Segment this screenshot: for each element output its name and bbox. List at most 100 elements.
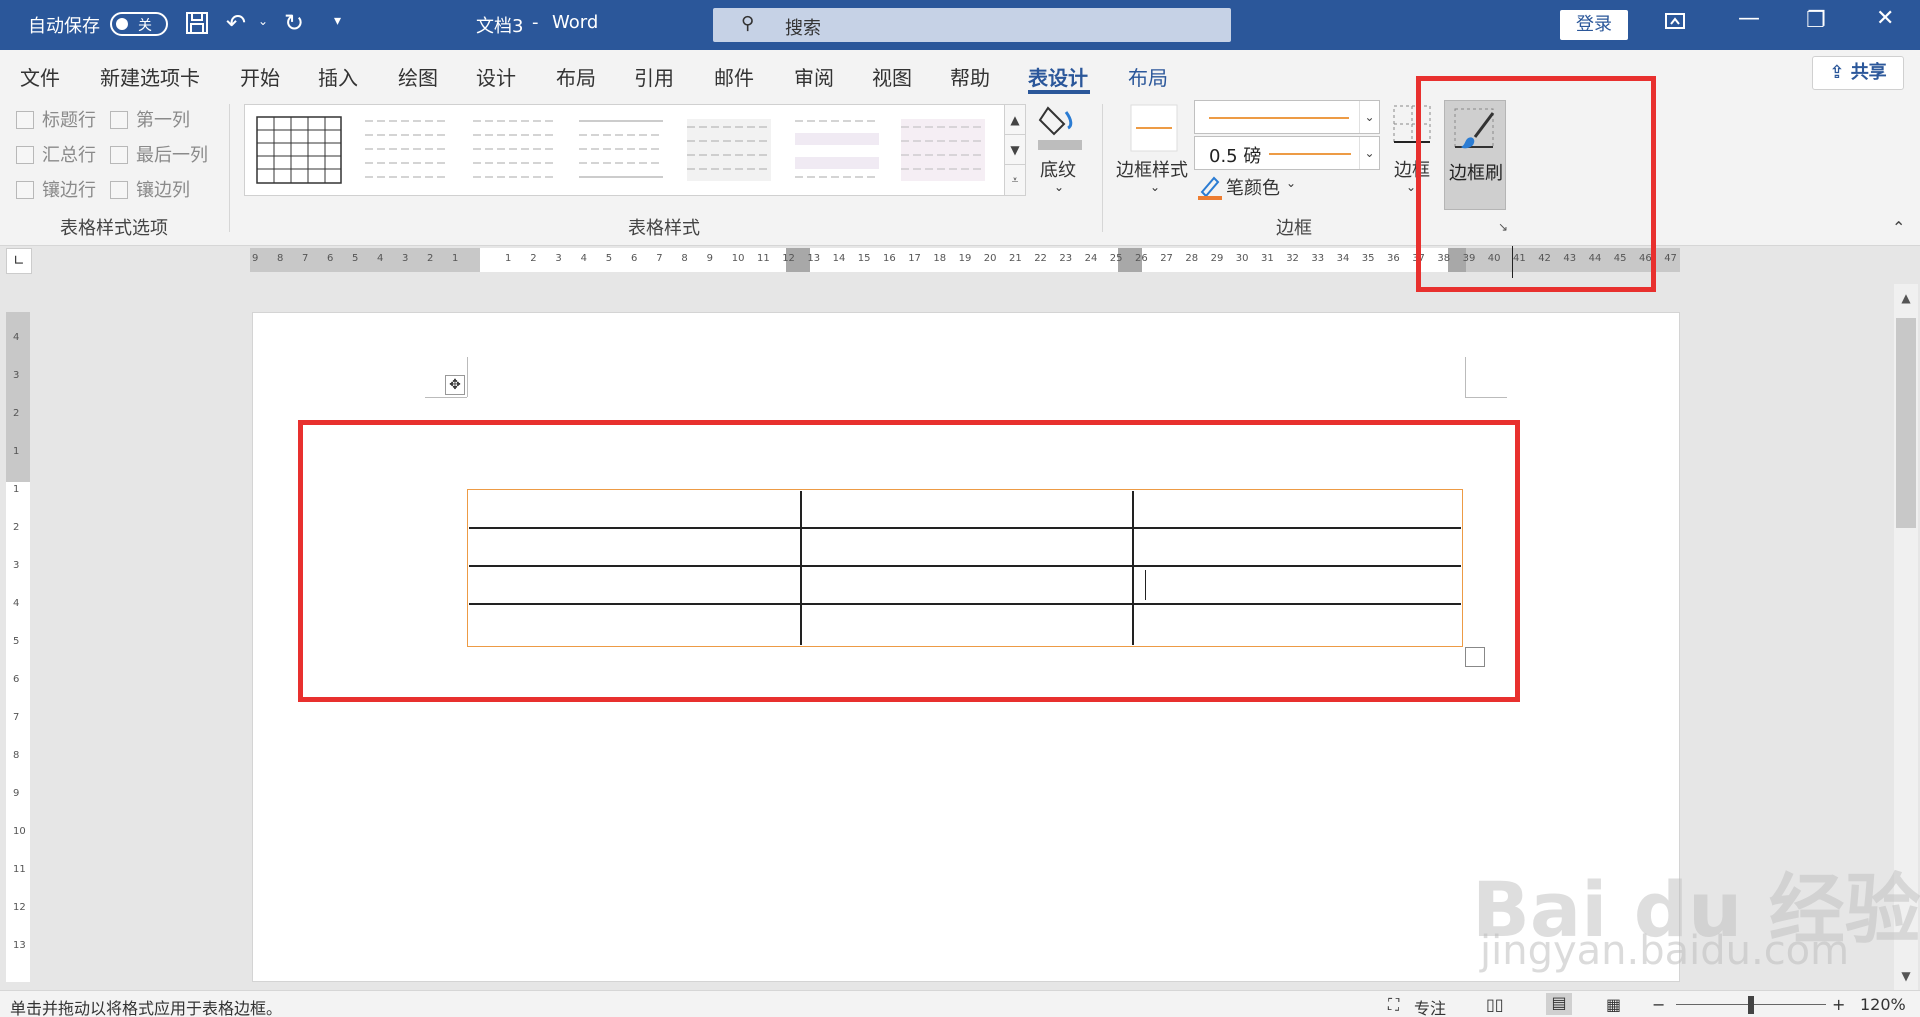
autosave-state: 关 — [138, 18, 152, 34]
vruler-number: 7 — [13, 712, 20, 723]
pen-color-icon[interactable] — [1198, 174, 1224, 205]
vruler-number: 4 — [13, 598, 20, 609]
share-button[interactable]: ⇪ 共享 — [1812, 56, 1904, 90]
login-button[interactable]: 登录 — [1560, 10, 1628, 40]
redo-icon[interactable]: ↻ — [284, 9, 304, 37]
zoom-level[interactable]: 120% — [1860, 995, 1906, 1014]
first-column-checkbox[interactable]: 第一列 — [110, 106, 190, 132]
close-icon[interactable]: ✕ — [1876, 6, 1894, 31]
last-column-checkbox[interactable]: 最后一列 — [110, 141, 208, 167]
focus-icon[interactable]: ⛶ — [1388, 995, 1399, 1015]
vruler-number: 1 — [13, 446, 20, 457]
zoom-slider-thumb[interactable] — [1748, 996, 1754, 1014]
tab-design[interactable]: 设计 — [476, 62, 516, 91]
vertical-ruler[interactable]: 4 3 2 1 1 2 3 4 5 6 7 8 9 10 11 12 13 — [6, 312, 30, 982]
ruler-number: 2 — [427, 253, 434, 264]
ruler-number: 9 — [706, 253, 713, 264]
tab-file[interactable]: 文件 — [20, 62, 60, 91]
ruler-number: 5 — [605, 253, 613, 264]
ruler-number: 1 — [452, 253, 459, 264]
tab-help[interactable]: 帮助 — [950, 62, 990, 91]
web-layout-icon[interactable]: ▦ — [1606, 995, 1621, 1014]
tab-selector-icon[interactable]: ∟ — [6, 248, 32, 274]
table-style-shaded-thumb[interactable] — [683, 109, 775, 191]
save-icon[interactable] — [184, 10, 210, 41]
vruler-number: 11 — [13, 864, 26, 875]
ruler-number: 35 — [1361, 253, 1375, 264]
ruler-number: 22 — [1034, 253, 1047, 264]
scrollbar-thumb[interactable] — [1896, 318, 1916, 528]
table-move-handle-icon[interactable]: ✥ — [445, 375, 465, 395]
collapse-ribbon-icon[interactable]: ⌃ — [1892, 218, 1905, 237]
tab-home[interactable]: 开始 — [240, 62, 280, 91]
scroll-down-icon[interactable]: ▼ — [1894, 964, 1918, 988]
table-style-light-thumb[interactable] — [469, 109, 561, 191]
paint-bucket-icon[interactable] — [1036, 100, 1084, 159]
status-hint: 单击并拖动以将格式应用于表格边框。 — [10, 999, 283, 1017]
minimize-icon[interactable]: — — [1738, 6, 1760, 31]
margin-guide — [1465, 357, 1466, 397]
vruler-number: 3 — [13, 370, 20, 381]
table-style-accent-thumb[interactable] — [897, 109, 989, 191]
title-separator: - — [532, 12, 539, 33]
banded-columns-checkbox[interactable]: 镶边列 — [110, 176, 190, 202]
table-style-banded-thumb[interactable] — [791, 109, 883, 191]
customize-toolbar-icon[interactable]: ▾ — [334, 13, 341, 29]
line-weight-dropdown[interactable]: 0.5 磅 ⌄ — [1194, 136, 1380, 170]
zoom-in-icon[interactable]: + — [1832, 995, 1845, 1014]
tab-references[interactable]: 引用 — [634, 62, 674, 91]
table-style-options-group-label: 表格样式选项 — [60, 218, 168, 239]
banded-rows-checkbox[interactable]: 镶边行 — [16, 176, 96, 202]
pen-color-label[interactable]: 笔颜色 — [1226, 174, 1280, 200]
vruler-number: 2 — [13, 408, 20, 419]
shading-dropdown-icon[interactable]: ⌄ — [1054, 180, 1064, 194]
table-styles-gallery — [244, 104, 1026, 196]
share-label: 共享 — [1850, 62, 1887, 83]
table-style-bordered-thumb[interactable] — [575, 109, 667, 191]
ruler-number: 3 — [555, 253, 562, 264]
focus-label[interactable]: 专注 — [1414, 995, 1446, 1017]
autosave-label: 自动保存 — [28, 16, 100, 37]
tab-draw[interactable]: 绘图 — [398, 62, 438, 91]
header-row-checkbox[interactable]: 标题行 — [16, 106, 96, 132]
borders-group-label: 边框 — [1276, 218, 1312, 239]
total-row-checkbox[interactable]: 汇总行 — [16, 141, 96, 167]
read-mode-icon[interactable]: ▯▯ — [1486, 995, 1504, 1014]
gallery-down-icon[interactable]: ▼ — [1005, 135, 1025, 165]
pen-color-dropdown-icon[interactable]: ⌄ — [1286, 176, 1296, 190]
tab-new-tab[interactable]: 新建选项卡 — [100, 62, 200, 91]
tab-review[interactable]: 审阅 — [794, 62, 834, 91]
border-styles-dropdown-icon[interactable]: ⌄ — [1150, 180, 1160, 194]
scroll-up-icon[interactable]: ▲ — [1894, 286, 1918, 310]
line-weight-dropdown-icon: ⌄ — [1359, 137, 1379, 169]
tab-table-layout[interactable]: 布局 — [1128, 62, 1168, 91]
table-style-plain-thumb[interactable] — [361, 109, 453, 191]
gallery-more-icon[interactable]: ⩡ — [1005, 165, 1025, 195]
print-layout-icon[interactable]: ▤ — [1546, 993, 1572, 1015]
undo-icon[interactable]: ↶ — [226, 9, 246, 37]
ruler-number: 10 — [731, 253, 745, 264]
ruler-number: 32 — [1286, 253, 1299, 264]
line-weight-value: 0.5 磅 — [1209, 146, 1262, 167]
gallery-up-icon[interactable]: ▲ — [1005, 105, 1025, 135]
tab-table-design[interactable]: 表设计 — [1028, 62, 1088, 91]
ruler-number: 25 — [1109, 253, 1123, 264]
tab-mailings[interactable]: 邮件 — [714, 62, 754, 91]
tab-insert[interactable]: 插入 — [318, 62, 358, 91]
shading-label[interactable]: 底纹 — [1040, 156, 1076, 182]
border-styles-label[interactable]: 边框样式 — [1116, 156, 1188, 182]
autosave-toggle[interactable]: 关 — [110, 12, 168, 36]
tab-view[interactable]: 视图 — [872, 62, 912, 91]
border-styles-icon[interactable] — [1130, 104, 1178, 157]
restore-icon[interactable]: ❐ — [1806, 8, 1826, 33]
line-style-dropdown[interactable]: ⌄ — [1194, 100, 1380, 134]
table-style-grid-thumb[interactable] — [253, 109, 345, 191]
ruler-number: 6 — [631, 253, 638, 264]
zoom-out-icon[interactable]: − — [1652, 995, 1665, 1014]
tab-layout[interactable]: 布局 — [556, 62, 596, 91]
ribbon-display-options-icon[interactable] — [1664, 10, 1686, 38]
borders-dropdown-icon[interactable]: ⌄ — [1406, 180, 1416, 194]
undo-dropdown-icon[interactable]: ⌄ — [258, 14, 268, 28]
margin-guide — [467, 357, 468, 397]
search-box[interactable]: ⚲ 搜索 — [713, 8, 1231, 42]
